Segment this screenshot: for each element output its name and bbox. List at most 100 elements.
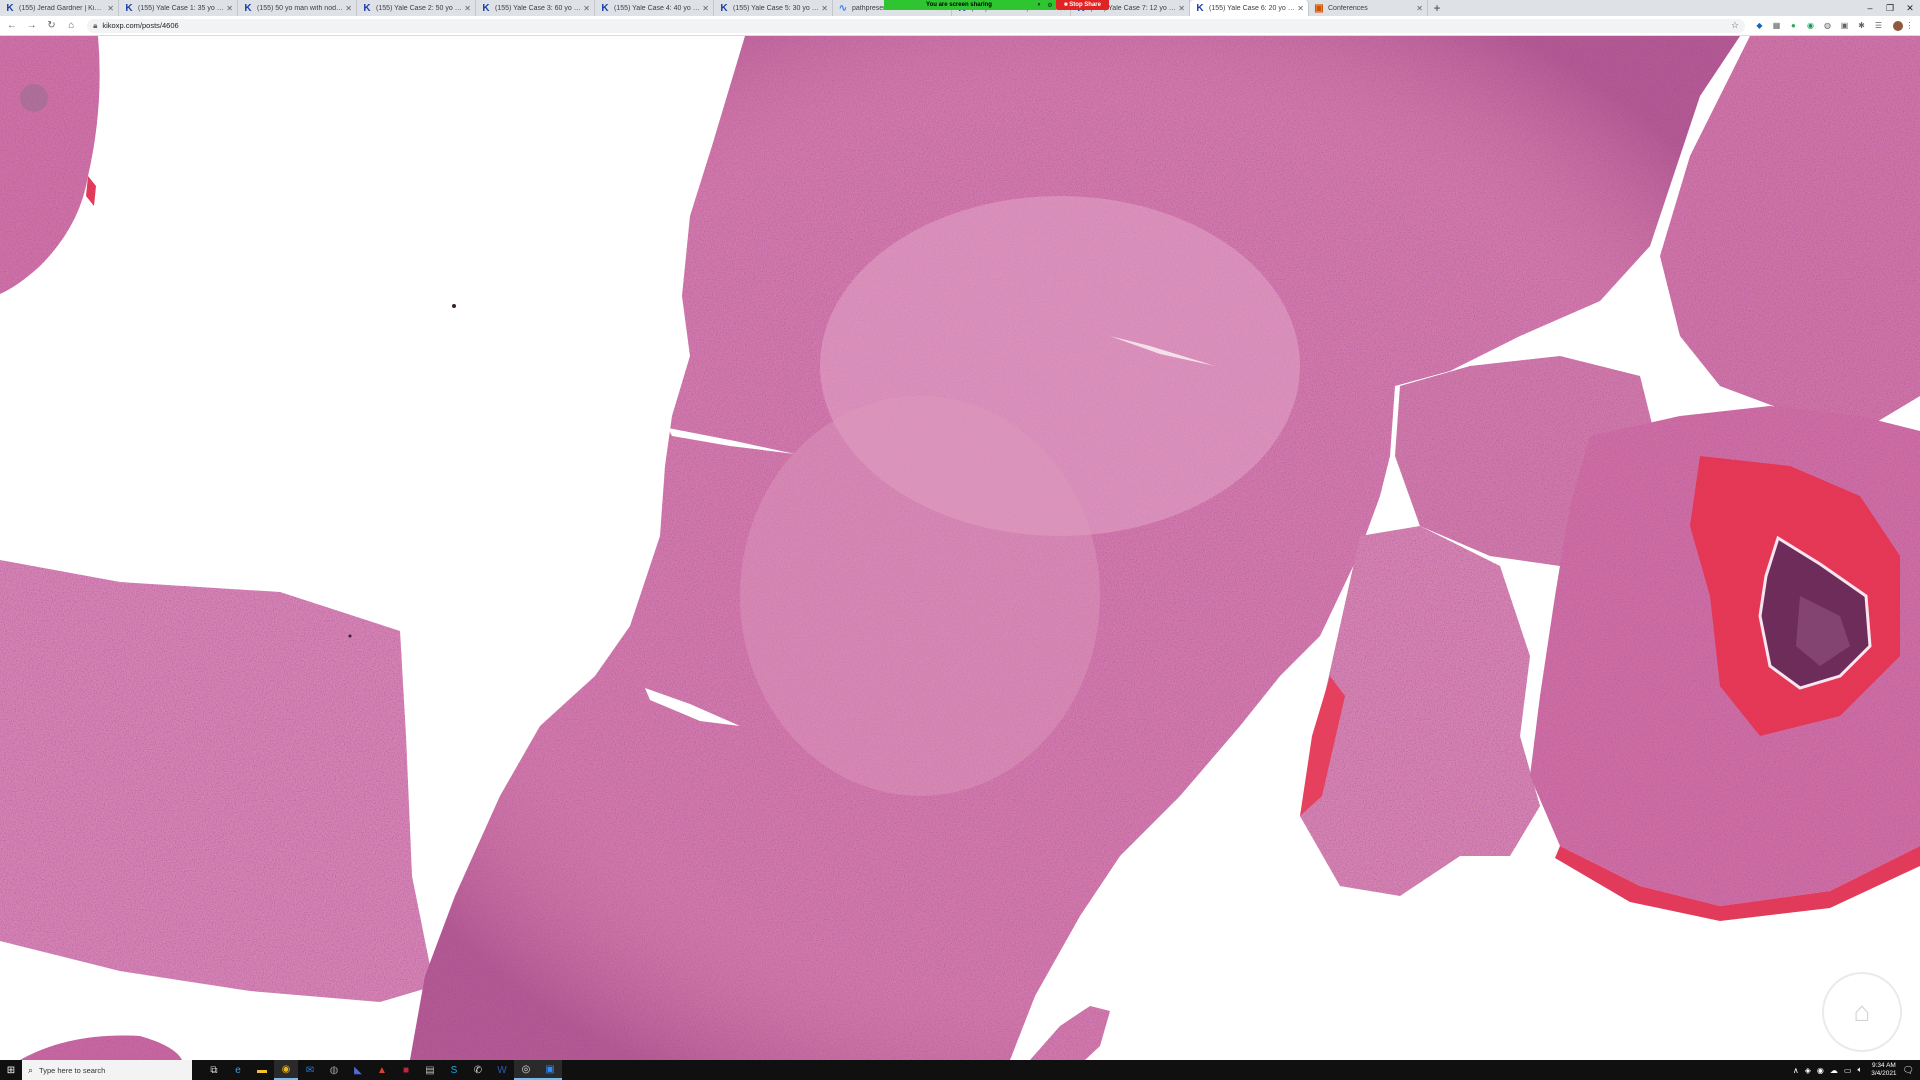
browser-tab[interactable]: K (155) Jerad Gardner | KiKoXP ✕ [0,0,119,16]
tab-title: (155) Yale Case 6: 20 yo man wit... [1209,4,1295,12]
screen-share-banner: You are screen sharing ⏸ ⚙ ■ Stop Share [884,0,1109,10]
extension-icon[interactable]: ◆ [1753,19,1766,32]
viewer-home-button[interactable]: ⌂ [1822,972,1902,1052]
obs-icon[interactable]: ◎ [514,1060,538,1080]
extension-icon[interactable]: ◉ [1804,19,1817,32]
close-tab-icon[interactable]: ✕ [1178,4,1185,13]
bookmark-star-icon[interactable]: ☆ [1731,20,1739,31]
close-tab-icon[interactable]: ✕ [821,4,828,13]
close-tab-icon[interactable]: ✕ [702,4,709,13]
tab-title: (155) 50 yo man with nodule on... [257,4,344,12]
close-tab-icon[interactable]: ✕ [1297,4,1304,13]
debris-speck [452,304,456,308]
extension-icon[interactable]: ◍ [1821,19,1834,32]
home-icon[interactable]: ⌂ [63,18,79,34]
task-view-icon[interactable]: ⧉ [202,1060,226,1080]
notification-icon[interactable]: 🗨︎ [1903,1065,1914,1076]
browser-tab[interactable]: K (155) Yale Case 4: 40 yo man wit...✕ [595,0,714,16]
gear-icon[interactable]: ⚙ [1047,2,1052,9]
tissue-fragment [0,560,434,1002]
slide-viewer[interactable]: ⌂ [0,36,1920,1060]
close-tab-icon[interactable]: ✕ [464,4,471,13]
close-tab-icon[interactable]: ✕ [583,4,590,13]
chevron-up-icon[interactable]: ∧ [1793,1066,1799,1075]
windows-taskbar: ⊞ ⌕ Type here to search ⧉ e ▬ ◉ ✉ ◍ ◣ ▲ … [0,1060,1920,1080]
network-icon[interactable]: ▭ [1844,1066,1852,1075]
url-text[interactable]: kikoxp.com/posts/4606 [102,21,178,30]
new-tab-button[interactable]: + [1428,0,1446,16]
reading-list-icon[interactable]: ☰ [1872,19,1885,32]
close-tab-icon[interactable]: ✕ [345,4,352,13]
word-icon[interactable]: W [490,1060,514,1080]
tab-title: (155) Yale Case 1: 35 yo woman... [138,4,224,12]
zoom-icon[interactable]: ▣ [538,1060,562,1080]
pathpresenter-icon: ∿ [838,2,848,14]
browser-tab[interactable]: K (155) Yale Case 6: 20 yo man wit...✕ [1190,0,1309,16]
back-icon[interactable]: ← [4,18,20,34]
skype-icon[interactable]: S [442,1060,466,1080]
browser-tab[interactable]: K (155) Yale Case 5: 30 yo woman...✕ [714,0,833,16]
tray-app-icon[interactable]: ◈ [1805,1066,1811,1075]
debris-speck [348,634,352,638]
profile-avatar[interactable] [1892,20,1903,31]
taskbar-clock[interactable]: 9:34 AM 3/4/2021 [1871,1062,1896,1078]
close-tab-icon[interactable]: ✕ [1416,4,1423,13]
reload-icon[interactable]: ↻ [44,18,60,34]
stop-share-button[interactable]: ■ Stop Share [1056,0,1109,10]
clock-time: 9:34 AM [1871,1062,1896,1069]
forward-icon[interactable]: → [24,18,40,34]
taskbar-search-box[interactable]: ⌕ Type here to search [22,1060,192,1080]
calendar-icon: ▣ [1314,2,1324,14]
acrobat-icon[interactable]: ▲ [370,1060,394,1080]
kikoxp-k-icon: K [601,2,609,14]
kikoxp-k-icon: K [363,2,371,14]
fibrous-stroma-region [740,396,1100,796]
extensions-puzzle-icon[interactable]: ✱ [1855,19,1868,32]
extension-icon[interactable]: ● [1787,19,1800,32]
histology-slide-image[interactable] [0,36,1920,1060]
kikoxp-k-icon: K [1196,2,1204,14]
screen-share-message: You are screen sharing [884,0,1034,10]
tissue-fragment [0,36,100,294]
stop-share-label: Stop Share [1069,2,1101,8]
kikoxp-k-icon: K [244,2,252,14]
screen-share-controls[interactable]: ⏸ ⚙ [1034,0,1056,10]
browser-tab[interactable]: K (155) 50 yo man with nodule on...✕ [238,0,357,16]
chrome-icon[interactable]: ◉ [274,1060,298,1080]
app-icon[interactable]: ◣ [346,1060,370,1080]
minimize-button[interactable]: – [1860,0,1880,16]
extension-icon[interactable]: ▣ [1838,19,1851,32]
restore-button[interactable]: ❐ [1880,0,1900,16]
taskbar-search-placeholder[interactable]: Type here to search [39,1066,105,1075]
cloud-icon[interactable]: ☁ [1830,1066,1838,1075]
browser-tab[interactable]: K (155) Yale Case 2: 50 yo man wit...✕ [357,0,476,16]
volume-icon[interactable]: 🔈︎ [1857,1065,1862,1075]
pause-icon[interactable]: ⏸ [1037,2,1040,9]
close-window-button[interactable]: ✕ [1900,0,1920,16]
browser-tab[interactable]: ▣ Conferences ✕ [1309,0,1428,16]
tray-app-icon[interactable]: ◉ [1817,1066,1824,1075]
app-icon[interactable]: ■ [394,1060,418,1080]
windows-start-icon[interactable]: ⊞ [0,1060,22,1080]
edge-icon[interactable]: e [226,1060,250,1080]
extension-icon[interactable]: ▦ [1770,19,1783,32]
system-tray: ∧ ◈ ◉ ☁ ▭ 🔈︎ 9:34 AM 3/4/2021 🗨︎ [1790,1060,1920,1080]
address-bar[interactable]: 🔒︎ kikoxp.com/posts/4606 ☆ [87,18,1745,33]
extensions-area: ◆ ▦ ● ◉ ◍ ▣ ✱ ☰ ⋮ [1753,19,1920,32]
lock-icon[interactable]: 🔒︎ [93,21,97,31]
hemorrhage-rim [86,176,96,206]
tissue-fragment [1030,1006,1110,1060]
kikoxp-k-icon: K [482,2,490,14]
outlook-icon[interactable]: ✉ [298,1060,322,1080]
browser-tab[interactable]: K (155) Yale Case 1: 35 yo woman...✕ [119,0,238,16]
app-icon[interactable]: ▤ [418,1060,442,1080]
browser-tab[interactable]: K (155) Yale Case 3: 60 yo man wit...✕ [476,0,595,16]
close-tab-icon[interactable]: ✕ [226,4,233,13]
app-icon[interactable]: ◍ [322,1060,346,1080]
kikoxp-k-icon: K [6,2,14,14]
close-tab-icon[interactable]: ✕ [107,4,114,13]
tab-title: (155) Yale Case 3: 60 yo man wit... [495,4,581,12]
menu-kebab-icon[interactable]: ⋮ [1903,19,1916,32]
chat-icon[interactable]: ✆ [466,1060,490,1080]
file-explorer-icon[interactable]: ▬ [250,1060,274,1080]
